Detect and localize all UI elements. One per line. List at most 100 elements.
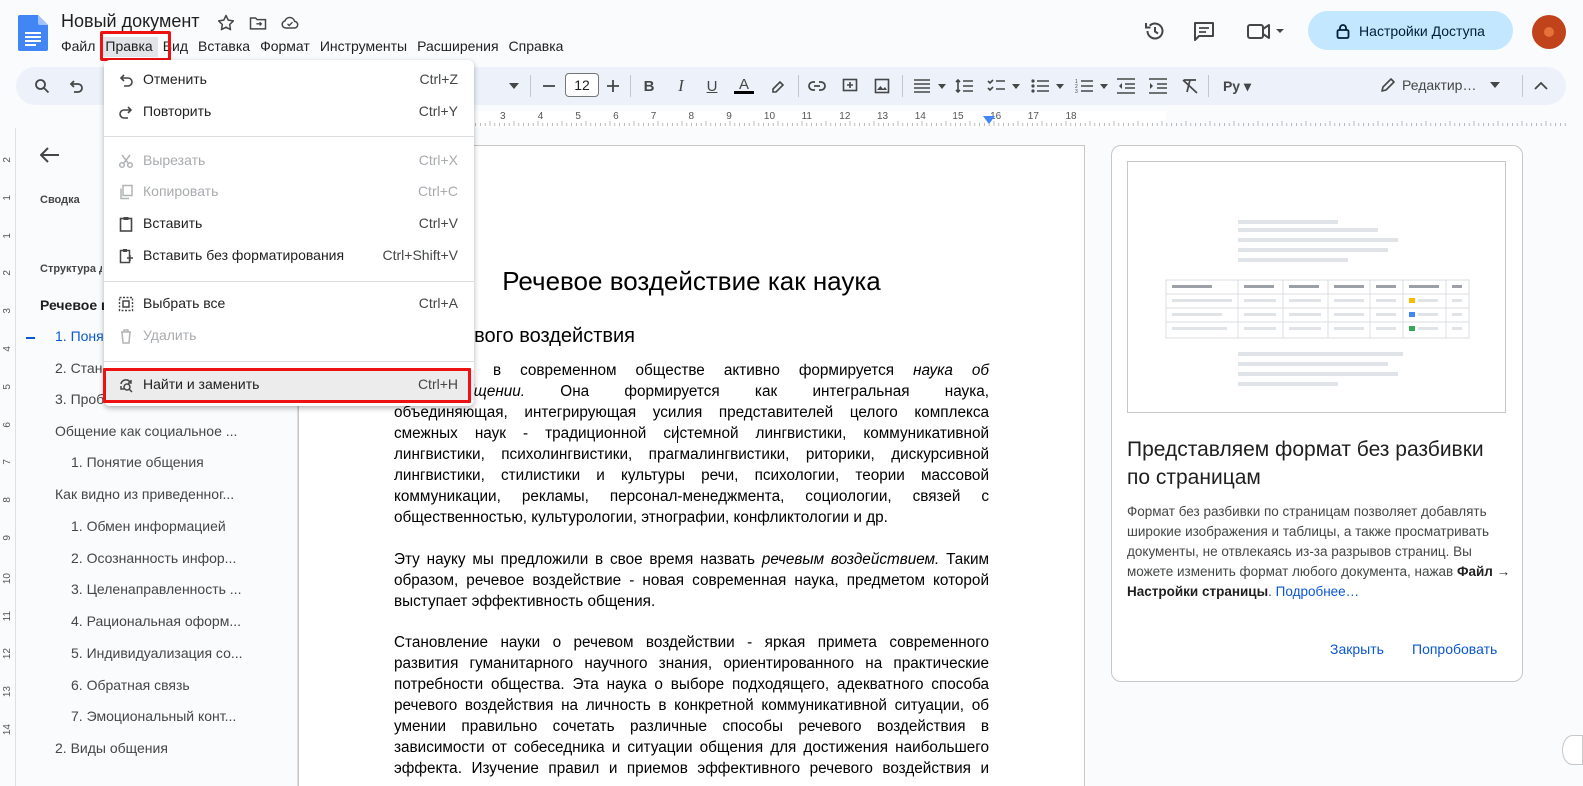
- document-paragraph-1[interactable]: ее время в современном обществе активно …: [394, 360, 989, 528]
- checklist-dropdown-arrow-icon[interactable]: [1006, 76, 1026, 96]
- bullets-dropdown-arrow-icon[interactable]: [1050, 76, 1070, 96]
- vertical-ruler-number: 7: [2, 459, 13, 465]
- find-replace-highlight-box: [103, 368, 471, 403]
- align-dropdown-arrow-icon[interactable]: [932, 76, 952, 96]
- editing-mode-dropdown[interactable]: Редактир…: [1380, 73, 1501, 97]
- menu-item-undo[interactable]: Отменить Ctrl+Z: [104, 65, 474, 95]
- line-text: потребности общества. Эта наука о выборе…: [394, 676, 989, 693]
- hide-menus-chevron-up-icon[interactable]: [1531, 76, 1551, 96]
- promo-title: Представляем формат без разбивки по стра…: [1127, 438, 1484, 489]
- outline-item[interactable]: 1. Понятие общения: [71, 454, 290, 470]
- document-paragraph-2[interactable]: Эту науку мы предложили в свое время наз…: [394, 549, 989, 612]
- outline-item[interactable]: 2. Стан: [55, 360, 104, 376]
- font-dropdown-arrow-icon[interactable]: [504, 76, 524, 96]
- menu-help[interactable]: Справка: [504, 37, 569, 57]
- menu-item-shortcut: Ctrl+C: [417, 183, 458, 199]
- outline-item[interactable]: Как видно из приведенног...: [55, 486, 290, 502]
- editing-mode-label: Редактир…: [1402, 77, 1477, 93]
- menu-format[interactable]: Формат: [255, 37, 315, 57]
- outline-item[interactable]: Речевое в: [40, 297, 104, 313]
- meet-camera-icon[interactable]: [1246, 19, 1286, 43]
- numbered-list-icon[interactable]: 123: [1074, 76, 1094, 96]
- spellcheck-language-icon[interactable]: Py ▾: [1220, 76, 1254, 96]
- align-icon[interactable]: [912, 76, 932, 96]
- menu-item-paste[interactable]: Вставить Ctrl+V: [104, 209, 474, 239]
- version-history-icon[interactable]: [1143, 19, 1167, 43]
- outline-item[interactable]: 7. Эмоциональный конт...: [71, 708, 290, 724]
- numbers-dropdown-arrow-icon[interactable]: [1094, 76, 1114, 96]
- menu-item-shortcut: Ctrl+Y: [418, 103, 458, 119]
- paragraph-line: коммуникации, рекламы, персонал-менеджме…: [394, 486, 989, 507]
- line-spacing-icon[interactable]: [954, 76, 974, 96]
- comments-icon[interactable]: [1192, 19, 1216, 43]
- outline-item[interactable]: Общение как социальное ...: [55, 423, 290, 439]
- checklist-icon[interactable]: [986, 76, 1006, 96]
- toolbar-divider: [1522, 75, 1523, 97]
- share-button[interactable]: Настройки Доступа: [1308, 11, 1513, 50]
- document-title[interactable]: Новый документ: [61, 11, 200, 32]
- ruler-number: 4: [537, 111, 544, 122]
- underline-icon[interactable]: U: [702, 76, 722, 96]
- outline-item[interactable]: 5. Индивидуализация со...: [71, 645, 290, 661]
- paragraph-line: Эту науку мы предложили в свое время наз…: [394, 549, 989, 570]
- bold-icon[interactable]: B: [639, 76, 659, 96]
- highlight-pen-icon[interactable]: [768, 76, 788, 96]
- increase-font-size-icon[interactable]: [603, 76, 623, 96]
- docs-logo-icon[interactable]: [18, 15, 48, 51]
- close-outline-arrow-icon[interactable]: [40, 147, 60, 163]
- indent-marker-icon[interactable]: [983, 116, 995, 125]
- move-folder-icon[interactable]: [248, 13, 268, 33]
- paragraph-line: выступает эффективность общения.: [394, 591, 989, 612]
- outline-item[interactable]: 3. Целенаправленность ...: [71, 581, 290, 597]
- outline-item[interactable]: 2. Осознанность инфор...: [71, 550, 290, 566]
- paragraph-line: эффекта. Изучение правил и приемов эффек…: [394, 758, 989, 779]
- ruler-number: 9: [726, 111, 732, 122]
- vertical-ruler-number: 8: [2, 497, 13, 503]
- vertical-ruler-number: 1: [2, 194, 13, 201]
- outline-item[interactable]: 1. Обмен информацией: [71, 518, 290, 534]
- decrease-font-size-icon[interactable]: [539, 76, 559, 96]
- line-text: лингвистики, стилистики и культуры речи,…: [394, 467, 989, 484]
- insert-image-icon[interactable]: [872, 76, 892, 96]
- line-text: образом, речевое воздействие - новая сов…: [394, 572, 989, 589]
- add-comment-icon[interactable]: [840, 76, 860, 96]
- account-avatar[interactable]: [1532, 15, 1566, 49]
- outline-item[interactable]: 2. Виды общения: [55, 740, 290, 756]
- menu-item-select-all[interactable]: Выбрать все Ctrl+A: [104, 289, 474, 319]
- side-panel-toggle[interactable]: [1562, 735, 1583, 765]
- menu-item-copy: Копировать Ctrl+C: [104, 177, 474, 207]
- promo-learn-more-link[interactable]: Подробнее…: [1276, 584, 1360, 599]
- font-size-input[interactable]: 12: [565, 73, 599, 97]
- decrease-indent-icon[interactable]: [1116, 76, 1136, 96]
- star-icon[interactable]: [216, 13, 236, 33]
- menu-tools[interactable]: Инструменты: [315, 37, 412, 57]
- insert-link-icon[interactable]: [807, 76, 827, 96]
- vertical-ruler-number: 5: [2, 383, 13, 390]
- vertical-ruler-number: 10: [2, 572, 13, 584]
- undo-toolbar-icon[interactable]: [66, 76, 86, 96]
- menu-item-redo[interactable]: Повторить Ctrl+Y: [104, 97, 474, 127]
- italic-icon[interactable]: I: [671, 76, 691, 96]
- outline-item[interactable]: 3. Проб: [55, 391, 104, 407]
- line-text: Эту науку мы предложили в свое время наз…: [394, 551, 762, 568]
- promo-try-button[interactable]: Попробовать: [1412, 641, 1497, 657]
- outline-item[interactable]: 6. Обратная связь: [71, 677, 290, 693]
- horizontal-ruler[interactable]: [298, 111, 1566, 128]
- menu-extensions[interactable]: Расширения: [412, 37, 503, 57]
- cloud-saved-icon[interactable]: [280, 13, 300, 33]
- promo-close-button[interactable]: Закрыть: [1330, 641, 1384, 657]
- menu-insert[interactable]: Вставка: [193, 37, 255, 57]
- line-text: эффекта. Изучение правил и приемов эффек…: [394, 760, 989, 777]
- clear-formatting-icon[interactable]: [1180, 76, 1200, 96]
- menu-file[interactable]: Файл: [56, 37, 100, 57]
- document-paragraph-3[interactable]: Становление науки о речевом воздействии …: [394, 632, 989, 779]
- increase-indent-icon[interactable]: [1148, 76, 1168, 96]
- menu-item-paste-plain[interactable]: Вставить без форматирования Ctrl+Shift+V: [104, 241, 474, 271]
- paragraph-line: лингвистики, психолингвистики, прагмалин…: [394, 444, 989, 465]
- bulleted-list-icon[interactable]: [1030, 76, 1050, 96]
- text-color-icon[interactable]: A: [734, 76, 754, 96]
- outline-item[interactable]: 4. Рациональная оформ...: [71, 613, 290, 629]
- ruler-number: 7: [650, 111, 657, 122]
- search-menus-icon[interactable]: [32, 76, 52, 96]
- outline-item[interactable]: 1. Поня: [55, 328, 104, 344]
